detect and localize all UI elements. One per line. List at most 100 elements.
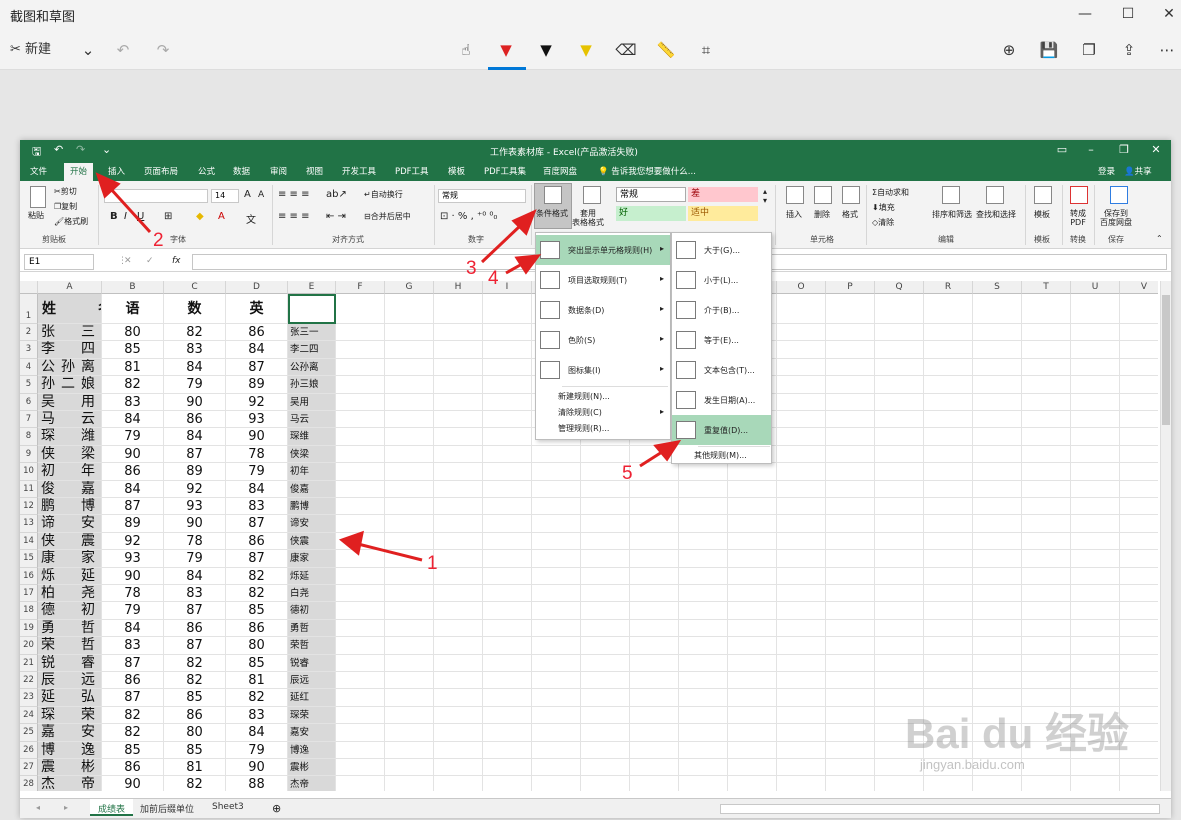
maximize-button[interactable]: ☐ (1117, 4, 1139, 24)
row-header[interactable]: 11 (20, 480, 38, 498)
score-cell[interactable]: 87 (102, 654, 164, 672)
row-header[interactable]: 2 (20, 324, 38, 342)
empty-cell[interactable] (679, 498, 728, 516)
ribbon-display-icon[interactable]: ▭ (1053, 143, 1071, 156)
score-cell[interactable]: 83 (226, 498, 288, 516)
empty-cell[interactable] (532, 445, 581, 464)
empty-cell[interactable] (875, 654, 924, 672)
empty-cell[interactable] (385, 585, 434, 603)
row-header[interactable]: 23 (20, 689, 38, 707)
empty-cell[interactable] (1071, 324, 1120, 342)
empty-cell[interactable] (434, 480, 483, 498)
empty-cell[interactable] (336, 532, 385, 551)
empty-cell[interactable] (434, 672, 483, 690)
empty-cell[interactable] (581, 550, 630, 568)
convert-pdf-button[interactable]: 转成 PDF (1070, 209, 1086, 227)
score-cell[interactable]: 82 (164, 654, 226, 672)
share-button[interactable]: 👤共享 (1124, 165, 1152, 177)
empty-cell[interactable] (385, 532, 434, 551)
empty-cell[interactable] (777, 411, 826, 429)
conditional-format-button[interactable]: 条件格式 (534, 183, 572, 229)
name-copy-cell[interactable]: 杰帝 (288, 776, 336, 791)
empty-cell[interactable] (1022, 463, 1071, 481)
score-cell[interactable]: 83 (102, 393, 164, 411)
score-cell[interactable]: 82 (164, 672, 226, 690)
score-cell[interactable]: 83 (226, 706, 288, 725)
empty-cell[interactable] (385, 376, 434, 394)
save-icon[interactable]: 🖫 (32, 143, 41, 162)
empty-cell[interactable] (434, 428, 483, 446)
empty-cell[interactable] (777, 515, 826, 533)
empty-cell[interactable] (336, 294, 385, 324)
empty-cell[interactable] (1120, 394, 1158, 411)
name-cell[interactable]: 辰 远 (38, 672, 102, 690)
indent-icon[interactable]: ⇤ ⇥ (326, 211, 346, 222)
empty-cell[interactable] (336, 341, 385, 359)
tab-insert[interactable]: 插入 (108, 165, 125, 177)
empty-cell[interactable] (483, 602, 532, 620)
empty-cell[interactable] (875, 376, 924, 394)
score-cell[interactable]: 82 (226, 567, 288, 585)
redo-icon[interactable]: ↷ (152, 38, 174, 62)
empty-cell[interactable] (483, 411, 532, 429)
score-cell[interactable]: 86 (226, 532, 288, 551)
empty-cell[interactable] (1120, 776, 1158, 791)
empty-cell[interactable] (924, 341, 973, 359)
redo-icon[interactable]: ↷ (76, 143, 85, 156)
score-cell[interactable]: 87 (164, 445, 226, 464)
empty-cell[interactable] (581, 619, 630, 638)
name-cell[interactable]: 孙二娘 (38, 376, 102, 394)
row-header[interactable]: 9 (20, 445, 38, 464)
empty-cell[interactable] (1071, 515, 1120, 533)
score-cell[interactable]: 89 (102, 515, 164, 533)
empty-cell[interactable] (434, 776, 483, 791)
empty-cell[interactable] (434, 498, 483, 516)
empty-cell[interactable] (385, 428, 434, 446)
empty-cell[interactable] (924, 428, 973, 446)
chevron-down-icon[interactable]: ⌄ (78, 38, 98, 62)
empty-cell[interactable] (483, 550, 532, 568)
empty-cell[interactable] (728, 654, 777, 672)
empty-cell[interactable] (630, 654, 679, 672)
empty-cell[interactable] (434, 724, 483, 742)
empty-cell[interactable] (679, 515, 728, 533)
empty-cell[interactable] (973, 463, 1022, 481)
column-header[interactable]: D (226, 281, 288, 294)
score-cell[interactable]: 86 (164, 706, 226, 725)
eraser-icon[interactable]: ⌫ (615, 38, 637, 62)
empty-cell[interactable] (630, 672, 679, 690)
empty-cell[interactable] (826, 294, 875, 324)
empty-cell[interactable] (385, 759, 434, 777)
empty-cell[interactable] (826, 515, 875, 533)
empty-cell[interactable] (728, 741, 777, 759)
empty-cell[interactable] (1022, 498, 1071, 516)
name-cell[interactable]: 谛 安 (38, 515, 102, 533)
empty-cell[interactable] (1120, 463, 1158, 481)
empty-cell[interactable] (777, 619, 826, 638)
empty-cell[interactable] (532, 585, 581, 603)
add-sheet-icon[interactable]: ⊕ (272, 802, 281, 815)
empty-cell[interactable] (532, 724, 581, 742)
empty-cell[interactable] (1071, 445, 1120, 464)
font-name-box[interactable] (104, 189, 208, 203)
empty-cell[interactable] (973, 393, 1022, 411)
excel-close-button[interactable]: ✕ (1147, 143, 1165, 156)
empty-cell[interactable] (973, 585, 1022, 603)
empty-cell[interactable] (973, 324, 1022, 342)
empty-cell[interactable] (385, 602, 434, 620)
border-icon[interactable]: ⊞ (164, 211, 172, 222)
empty-cell[interactable] (336, 550, 385, 568)
score-cell[interactable]: 86 (102, 463, 164, 481)
score-cell[interactable]: 84 (102, 411, 164, 429)
empty-cell[interactable] (1022, 358, 1071, 377)
tab-pdf-tools[interactable]: PDF工具 (395, 165, 429, 177)
score-cell[interactable]: 88 (226, 776, 288, 791)
empty-cell[interactable] (434, 567, 483, 585)
empty-cell[interactable] (1022, 393, 1071, 411)
menu-equal-to[interactable]: 等于(E)... (672, 325, 771, 355)
empty-cell[interactable] (483, 393, 532, 411)
empty-cell[interactable] (679, 654, 728, 672)
empty-cell[interactable] (1022, 532, 1071, 551)
empty-cell[interactable] (1071, 654, 1120, 672)
score-cell[interactable]: 92 (226, 393, 288, 411)
